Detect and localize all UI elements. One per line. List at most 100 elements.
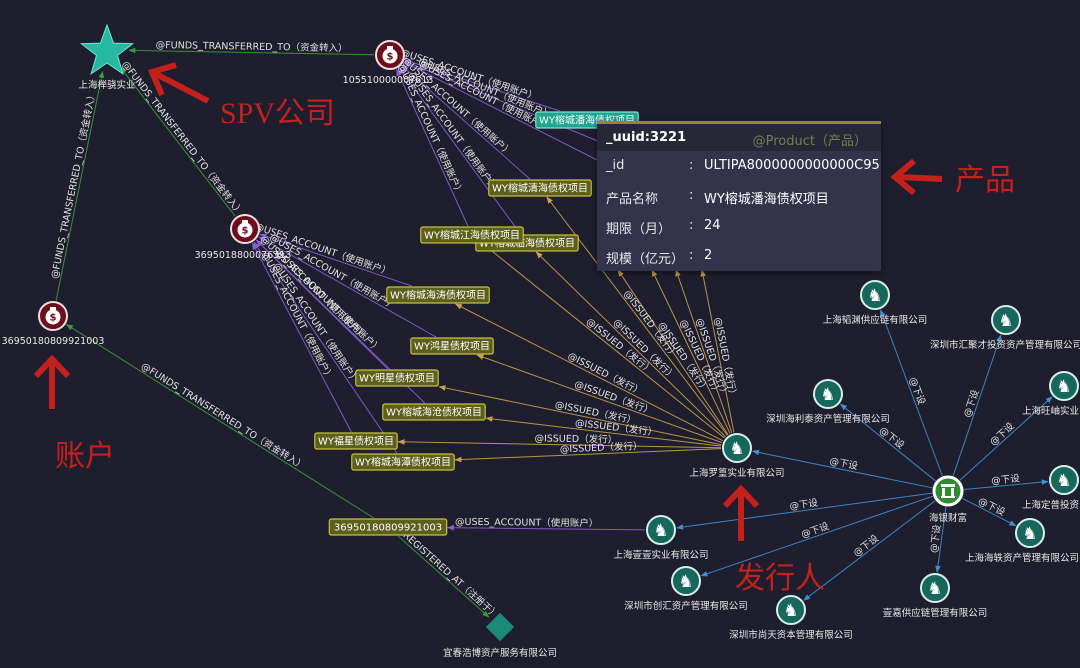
node-label: 上海定普投资 (1022, 499, 1080, 511)
company-node[interactable]: ♞ 深圳海利泰资产管理有限公司 (766, 379, 890, 425)
knight-icon: ♞ (927, 579, 942, 599)
edge-label: @FUNDS_TRANSFERRED_TO（资金转入） (49, 90, 99, 280)
tooltip-value: 2 (704, 248, 713, 263)
svg-text:$: $ (242, 226, 249, 237)
knight-icon: ♞ (820, 385, 835, 405)
tooltip-separator: : (689, 158, 694, 173)
tooltip-key: _id (606, 158, 625, 173)
product-label: WY福星债权项目 (318, 435, 394, 448)
arrow-left-icon (154, 71, 210, 104)
edge-sub[interactable] (676, 492, 933, 530)
company-node[interactable]: ♞ 深圳市汇聚才投资资产管理有限公司 (930, 305, 1080, 351)
company-node[interactable]: ♞ 深圳市尚天资本管理有限公司 (729, 595, 853, 641)
edge-label: @下设 (851, 533, 881, 559)
tooltip-schema: @Product（产品） (752, 134, 867, 149)
svg-text:$: $ (387, 52, 394, 63)
knight-icon: ♞ (867, 286, 882, 306)
edge-label: @下设 (907, 376, 927, 407)
company-node[interactable]: ♞ 上海韬渊供应链有限公司 (823, 280, 928, 326)
tooltip-value: ULTIPA8000000000000C95 (704, 158, 880, 173)
graph-canvas[interactable]: @FUNDS_TRANSFERRED_TO（资金转入） @FUNDS_TRANSF… (0, 0, 1080, 668)
product-node[interactable]: WY榕城海沧债权项目 (382, 403, 486, 421)
tooltip-uuid: _uuid:3221 (606, 130, 687, 145)
edge-label: @USES_ACCOUNT（使用账户） (455, 516, 598, 529)
issuer-annotation-text: 发行人 (735, 562, 825, 595)
product-annotation: 产品 (890, 158, 1015, 197)
spv-annotation: SPV公司 (147, 62, 335, 130)
product-node[interactable]: WY榕城江海债权项目 (420, 226, 524, 244)
edge-label: @REGISTERED_AT（注册于） (394, 523, 502, 621)
spv-annotation-text: SPV公司 (220, 97, 335, 130)
knight-icon: ♞ (1056, 377, 1071, 397)
edge-sub[interactable] (952, 334, 1002, 477)
knight-icon: ♞ (1056, 471, 1071, 491)
registry-node[interactable]: 宜春浩博资产服务有限公司 (443, 612, 557, 659)
tooltip-row-scale: 规模（亿元） : 2 (597, 241, 881, 271)
tooltip-key: 产品名称 (606, 192, 659, 207)
tooltip-row-term: 期限（月） : 24 (597, 211, 881, 241)
svg-text:$: $ (50, 313, 57, 324)
account-node[interactable]: $36950180809921003 (2, 301, 105, 347)
knight-icon: ♞ (998, 311, 1013, 331)
account-node[interactable]: 36950180809921003 (328, 518, 448, 536)
edges-layer (55, 47, 1053, 618)
product-node[interactable]: WY明星债权项目 (355, 369, 439, 387)
company-node[interactable]: ♞ 上海定普投资 (1022, 465, 1080, 511)
product-label: WY榕城海沧债权项目 (386, 406, 482, 419)
tooltip-separator: : (689, 188, 694, 203)
node-label: 上海壹壹实业有限公司 (613, 549, 708, 561)
node-label: 105510000007613 (343, 75, 434, 86)
edge-label: @FUNDS_TRANSFERRED_TO（资金转入） (139, 360, 308, 472)
account-annotation-text: 账户 (55, 440, 115, 473)
node-label: 上海罗篁实业有限公司 (689, 467, 784, 479)
tooltip-header: _uuid:3221 @Product（产品） (597, 124, 881, 151)
node-label: 36950180809921003 (2, 336, 105, 347)
product-node[interactable]: WY榕城清海债权项目 (488, 179, 592, 197)
tooltip-value: 24 (704, 218, 721, 233)
company-node[interactable]: ♞ 深圳市创汇资产管理有限公司 (624, 566, 748, 612)
company-node[interactable]: ♞ 上海旺岫实业 (1022, 371, 1079, 417)
product-node[interactable]: WY鸿星债权项目 (410, 337, 494, 355)
company-node[interactable]: ♞ 上海壹壹实业有限公司 (613, 515, 709, 561)
node-label: 上海海轶资产管理有限公司 (965, 552, 1079, 564)
product-label: WY榕城海潭债权项目 (355, 456, 451, 469)
product-label: WY鸿星债权项目 (414, 340, 490, 353)
edge-label: @下设 (962, 388, 982, 419)
edge-label: @下设 (988, 420, 1017, 448)
tooltip-key: 规模（亿元） (606, 252, 685, 267)
node-label: 宜春浩博资产服务有限公司 (443, 647, 557, 659)
tooltip-value: WY榕城潘海债权项目 (704, 192, 829, 207)
node-label: 深圳市尚天资本管理有限公司 (729, 629, 853, 641)
node-label: 深圳市汇聚才投资资产管理有限公司 (930, 339, 1080, 351)
edge-label: @下设 (976, 496, 1007, 519)
knight-icon: ♞ (1022, 524, 1037, 544)
node-label: 上海旺岫实业 (1022, 405, 1079, 417)
tooltip-row-id: _id : ULTIPA8000000000000C95 (597, 151, 881, 181)
node-label: 上海韬渊供应链有限公司 (823, 314, 928, 326)
product-node[interactable]: WY榕城海潭债权项目 (351, 453, 455, 471)
knight-icon: ♞ (653, 521, 668, 541)
company-node[interactable]: ♞ 上海海轶资产管理有限公司 (965, 518, 1079, 564)
node-label: 深圳海利泰资产管理有限公司 (766, 413, 890, 425)
product-node[interactable]: WY榕城海涛债权项目 (386, 286, 490, 304)
node-label: 海银财富 (929, 512, 967, 524)
arrow-left-icon (897, 174, 943, 182)
company-node[interactable]: ♞ 壹嘉供应链管理有限公司 (883, 573, 988, 619)
node-tooltip: _uuid:3221 @Product（产品） _id : ULTIPA8000… (597, 121, 881, 271)
edge-sub[interactable] (880, 309, 943, 477)
product-node[interactable]: WY福星债权项目 (314, 432, 398, 450)
product-label: WY明星债权项目 (359, 372, 435, 385)
tooltip-row-name: 产品名称 : WY榕城潘海债权项目 (597, 181, 881, 211)
edge-label: @下设 (877, 425, 906, 452)
edge-label: @下设 (929, 523, 944, 553)
edge-label: @FUNDS_TRANSFERRED_TO（资金转入） (156, 39, 348, 54)
node-label: 3695018800076313 (195, 250, 292, 261)
account-annotation: 账户 (33, 354, 115, 473)
product-annotation-text: 产品 (955, 164, 1015, 197)
node-label: 上海榉骁实业 (78, 79, 135, 91)
edge-label: @FUNDS_TRANSFERRED_TO（资金转入） (119, 59, 246, 218)
edge-label: @下设 (789, 498, 819, 513)
product-label: WY榕城清海债权项目 (492, 182, 588, 195)
spv-node[interactable]: 上海榉骁实业 (78, 23, 136, 91)
tooltip-separator: : (689, 218, 694, 233)
